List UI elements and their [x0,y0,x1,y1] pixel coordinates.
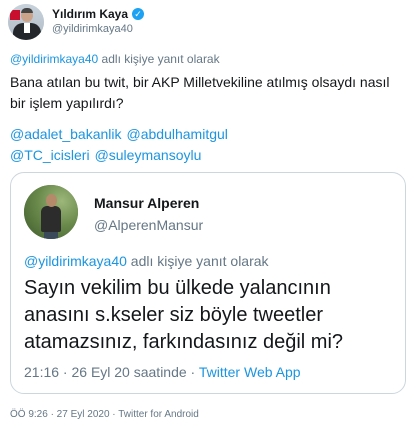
quoted-source-link[interactable]: Twitter Web App [199,364,301,380]
quoted-tweet-text: Sayın vekilim bu ülkede yalancının anası… [24,277,344,353]
mention-link[interactable]: @suleymansoylu [95,147,202,163]
mention-link[interactable]: @abdulhamitgul [127,126,228,142]
mention-link[interactable]: @TC_icisleri [10,147,90,163]
tweet-header: Yıldırım Kaya ✓ @yildirimkaya40 [8,4,408,46]
quoted-timestamp[interactable]: 21:16 · 26 Eyl 20 saatinde · [24,364,199,380]
tweet-text: Bana atılan bu twit, bir AKP Milletvekil… [10,74,390,111]
author-handle[interactable]: @yildirimkaya40 [52,23,133,35]
quoted-tweet-card[interactable]: Mansur Alperen @AlperenMansur @yildirimk… [10,172,406,394]
author-name-line: Yıldırım Kaya ✓ [52,7,145,21]
quoted-author-name[interactable]: Mansur Alperen [94,195,199,211]
reply-suffix: adlı kişiye yanıt olarak [98,52,220,66]
verified-badge-icon: ✓ [132,8,145,20]
quoted-tweet-meta: 21:16 · 26 Eyl 20 saatinde · Twitter Web… [24,364,301,380]
quoted-reply-context: @yildirimkaya40 adlı kişiye yanıt olarak [24,253,269,269]
author-name[interactable]: Yıldırım Kaya [52,7,128,21]
quoted-author-handle[interactable]: @AlperenMansur [94,217,203,233]
quoted-reply-mention-link[interactable]: @yildirimkaya40 [24,253,127,269]
tweet-timestamp-footer[interactable]: ÖÖ 9:26 · 27 Eyl 2020 · Twitter for Andr… [10,409,199,420]
author-avatar[interactable] [8,4,44,40]
reply-context: @yildirimkaya40 adlı kişiye yanıt olarak [10,52,220,66]
mention-link[interactable]: @adalet_bakanlik [10,126,122,142]
quoted-author-avatar[interactable] [24,185,78,239]
tweet-mentions: @adalet_bakanlik @abdulhamitgul @TC_icisl… [10,124,406,166]
quoted-reply-suffix: adlı kişiye yanıt olarak [126,253,269,269]
reply-mention-link[interactable]: @yildirimkaya40 [10,52,98,66]
